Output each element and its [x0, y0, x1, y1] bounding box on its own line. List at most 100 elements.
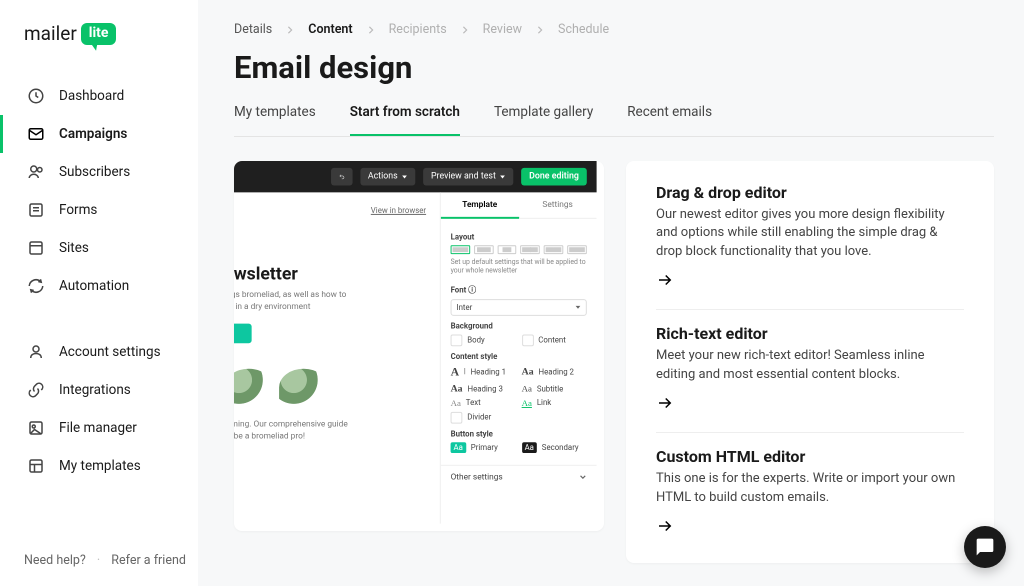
chat-icon: [975, 537, 995, 557]
sidebar-item-integrations[interactable]: Integrations: [0, 371, 198, 409]
arrow-right-icon: [656, 394, 964, 416]
chevron-right-icon: [286, 26, 294, 34]
preview-side-panel: Template Settings Layout: [440, 192, 597, 523]
design-tabs: My templates Start from scratch Template…: [234, 104, 994, 137]
sidebar-nav: Dashboard Campaigns Subscribers Forms Si…: [0, 69, 198, 493]
section-background: Background: [451, 322, 587, 331]
actions-button[interactable]: Actions: [360, 168, 415, 186]
logo-badge: lite: [81, 23, 117, 45]
logo-text: mailer: [24, 22, 77, 45]
option-desc: Meet your new rich-text editor! Seamless…: [656, 347, 964, 384]
sidebar-item-automation[interactable]: Automation: [0, 267, 198, 305]
page-title: Email design: [234, 49, 994, 86]
style-heading-1[interactable]: A| Heading 1: [451, 365, 516, 380]
sidebar-item-label: Sites: [59, 240, 89, 256]
sidebar-item-label: Automation: [59, 278, 129, 294]
sidebar-item-label: Campaigns: [59, 126, 127, 142]
option-title: Rich-text editor: [656, 324, 964, 343]
chevron-right-icon: [461, 26, 469, 34]
style-text[interactable]: Aa Text: [451, 398, 516, 408]
sidebar: mailer lite Dashboard Campaigns Subscrib…: [0, 0, 198, 586]
logo[interactable]: mailer lite: [0, 0, 198, 69]
preview-text: ings bromeliad, as well as how toits in …: [234, 290, 381, 313]
style-heading-2[interactable]: Aa Heading 2: [522, 367, 587, 378]
support-chat-button[interactable]: [964, 526, 1006, 568]
help-link[interactable]: Need help?: [24, 553, 86, 568]
font-select[interactable]: Inter: [451, 299, 587, 316]
preview-heading: ewsletter: [234, 264, 440, 285]
content-color-swatch[interactable]: [522, 334, 534, 346]
form-icon: [27, 201, 45, 219]
sidebar-item-dashboard[interactable]: Dashboard: [0, 77, 198, 115]
layout-option[interactable]: [567, 245, 586, 254]
layout-option[interactable]: [497, 245, 516, 254]
layout-option[interactable]: [451, 245, 470, 254]
preview-canvas: View in browser ewsletter ings bromeliad…: [234, 192, 440, 523]
option-title: Custom HTML editor: [656, 447, 964, 466]
style-heading-3[interactable]: Aa Heading 3: [451, 383, 516, 394]
clock-icon: [27, 87, 45, 105]
sidebar-item-my-templates[interactable]: My templates: [0, 447, 198, 485]
sidebar-item-subscribers[interactable]: Subscribers: [0, 153, 198, 191]
view-in-browser-link[interactable]: View in browser: [234, 206, 440, 225]
sidebar-item-forms[interactable]: Forms: [0, 191, 198, 229]
layout-option[interactable]: [474, 245, 493, 254]
main: Details Content Recipients Review Schedu…: [198, 0, 1024, 586]
editor-preview-card: Actions Preview and test Done editing Vi…: [234, 161, 604, 531]
arrow-right-icon: [656, 271, 964, 293]
preview-test-button[interactable]: Preview and test: [423, 168, 513, 186]
crumb-details[interactable]: Details: [234, 22, 272, 37]
editor-options-card: Drag & drop editor Our newest editor giv…: [626, 161, 994, 563]
refresh-icon: [27, 277, 45, 295]
style-primary-button[interactable]: Aa Primary: [451, 442, 516, 453]
option-desc: This one is for the experts. Write or im…: [656, 470, 964, 507]
user-icon: [27, 343, 45, 361]
style-link[interactable]: Aa Link: [522, 398, 587, 408]
crumb-schedule[interactable]: Schedule: [558, 22, 609, 37]
done-editing-button[interactable]: Done editing: [521, 168, 586, 186]
style-secondary-button[interactable]: Aa Secondary: [522, 442, 587, 453]
section-other-settings[interactable]: Other settings: [441, 465, 597, 483]
sidebar-item-label: My templates: [59, 458, 141, 474]
style-subtitle[interactable]: Aa Subtitle: [522, 384, 587, 394]
sidebar-item-label: Account settings: [59, 344, 161, 360]
sidebar-item-file-manager[interactable]: File manager: [0, 409, 198, 447]
crumb-content[interactable]: Content: [308, 22, 352, 37]
panel-tab-template[interactable]: Template: [441, 192, 519, 218]
crumb-review[interactable]: Review: [483, 22, 522, 37]
panel-tab-settings[interactable]: Settings: [519, 192, 597, 218]
option-title: Drag & drop editor: [656, 183, 964, 202]
sidebar-item-account-settings[interactable]: Account settings: [0, 333, 198, 371]
sidebar-item-label: Integrations: [59, 382, 131, 398]
layout-option[interactable]: [544, 245, 563, 254]
sidebar-item-campaigns[interactable]: Campaigns: [0, 115, 198, 153]
section-font: Font ⓘ: [451, 284, 587, 295]
sidebar-item-label: Dashboard: [59, 88, 124, 104]
style-divider[interactable]: Divider: [451, 412, 519, 424]
sidebar-item-label: File manager: [59, 420, 137, 436]
option-custom-html[interactable]: Custom HTML editor This one is for the e…: [656, 447, 964, 555]
section-button-style: Button style: [451, 429, 587, 438]
sidebar-item-sites[interactable]: Sites: [0, 229, 198, 267]
tab-my-templates[interactable]: My templates: [234, 104, 316, 136]
layout-option[interactable]: [521, 245, 540, 254]
tab-template-gallery[interactable]: Template gallery: [494, 104, 593, 136]
section-layout: Layout: [451, 233, 587, 242]
template-icon: [27, 457, 45, 475]
undo-button[interactable]: [331, 168, 353, 186]
tab-start-from-scratch[interactable]: Start from scratch: [350, 104, 460, 136]
sidebar-item-label: Subscribers: [59, 164, 130, 180]
preview-toolbar: Actions Preview and test Done editing: [234, 161, 597, 192]
image-icon: [27, 419, 45, 437]
sidebar-item-label: Forms: [59, 202, 97, 218]
refer-link[interactable]: Refer a friend: [111, 553, 186, 568]
body-color-swatch[interactable]: [451, 334, 463, 346]
option-rich-text[interactable]: Rich-text editor Meet your new rich-text…: [656, 324, 964, 433]
preview-image: [234, 369, 440, 406]
sidebar-footer: Need help? · Refer a friend: [24, 553, 186, 568]
crumb-recipients[interactable]: Recipients: [389, 22, 447, 37]
preview-cta-button[interactable]: [234, 323, 252, 343]
option-drag-drop[interactable]: Drag & drop editor Our newest editor giv…: [656, 183, 964, 310]
link-icon: [27, 381, 45, 399]
tab-recent-emails[interactable]: Recent emails: [627, 104, 712, 136]
